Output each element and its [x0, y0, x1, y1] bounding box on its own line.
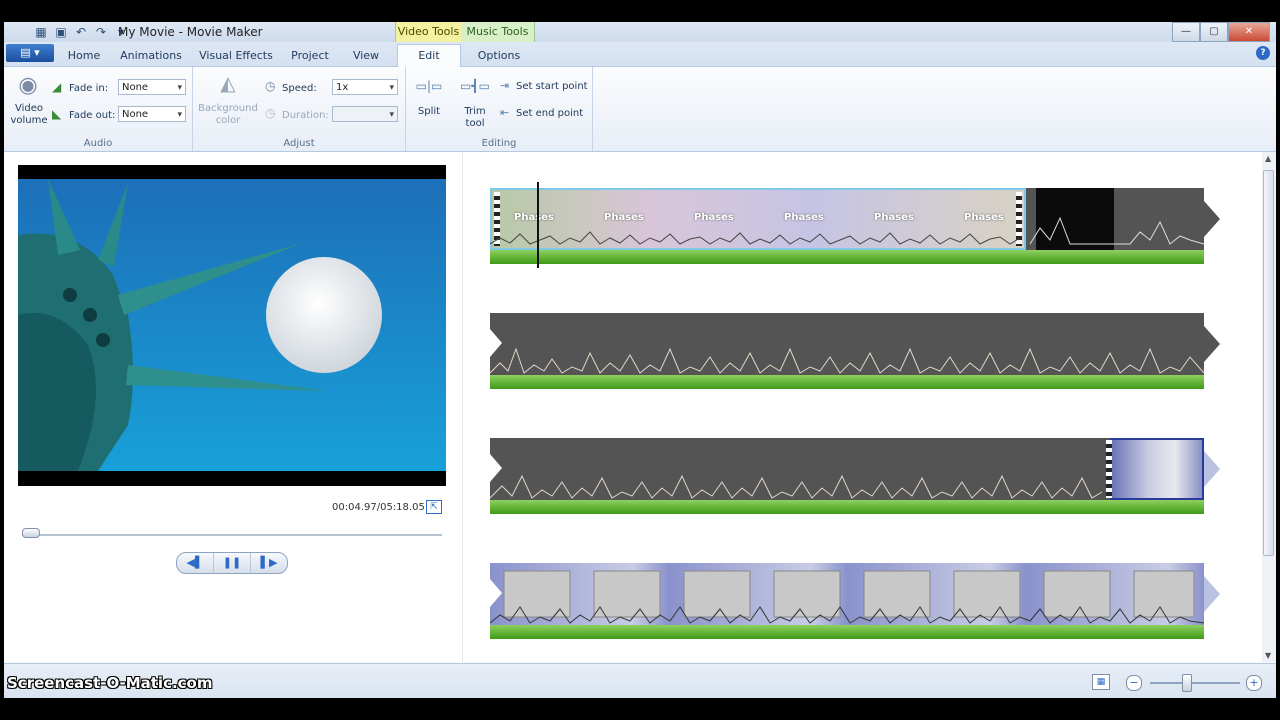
movie-maker-window: ▦ ▣ ↶ ↷ ▾ My Movie - Movie Maker Video T… — [4, 22, 1276, 698]
audio-track-row-3[interactable] — [490, 500, 1204, 514]
set-end-point-button[interactable]: Set end point — [516, 108, 583, 119]
previous-frame-button[interactable]: ◀▌ — [177, 553, 214, 573]
zoom-in-button[interactable]: + — [1246, 675, 1262, 691]
window-title: My Movie - Movie Maker — [118, 25, 263, 39]
status-bar: Screencast-O-Matic.com ▦ − + — [4, 663, 1276, 698]
scrollbar-thumb[interactable] — [1263, 170, 1274, 556]
editing-group-label: Editing — [481, 138, 517, 149]
row-4-continue-arrow — [1204, 576, 1220, 612]
audio-track-row-2[interactable] — [490, 375, 1204, 389]
preview-frame-image — [18, 165, 446, 486]
storyboard-row-4[interactable] — [490, 563, 1204, 625]
redo-icon[interactable]: ↷ — [94, 25, 108, 39]
paint-bucket-icon: ◭ — [220, 71, 236, 95]
audio-group: ◉ Video volume ◢ Fade in: None ◣ Fade ou… — [4, 67, 193, 151]
watermark: Screencast-O-Matic.com — [7, 674, 213, 692]
fade-out-select[interactable]: None — [118, 106, 186, 123]
fade-in-label: Fade in: — [69, 83, 109, 94]
split-button[interactable]: Split — [414, 106, 444, 117]
tab-options[interactable]: Options — [466, 46, 532, 66]
background-color-button[interactable]: Background color — [197, 103, 259, 127]
speed-select[interactable]: 1x — [332, 79, 398, 96]
set-start-point-button[interactable]: Set start point — [516, 81, 588, 92]
file-menu-button[interactable]: ▤ ▾ — [6, 44, 54, 62]
row-3-continue-arrow — [1204, 451, 1220, 487]
context-tab-video-tools: Video Tools — [395, 22, 462, 42]
speed-icon: ◷ — [265, 79, 276, 93]
row-2-continue-arrow — [1204, 326, 1220, 362]
speed-label: Speed: — [282, 83, 317, 94]
film-strip-transition — [1106, 440, 1112, 498]
duration-select[interactable] — [332, 106, 398, 123]
split-icon: ▭|▭ — [415, 79, 443, 93]
storyboard-row-2[interactable] — [490, 313, 1204, 375]
start-point-icon: ⇥ — [500, 79, 510, 92]
storyboard-scrollbar[interactable]: ▲ ▼ — [1262, 152, 1276, 662]
undo-icon[interactable]: ↶ — [74, 25, 88, 39]
video-volume-label[interactable]: Video volume — [10, 103, 48, 127]
playhead[interactable] — [537, 182, 539, 268]
seek-thumb[interactable] — [22, 528, 40, 538]
row-1-continue-arrow — [1204, 201, 1220, 237]
timecode: 00:04.97/05:18.05 — [332, 502, 425, 513]
fullscreen-icon[interactable]: ⇱ — [426, 500, 442, 514]
duration-label: Duration: — [282, 110, 329, 121]
maximize-button[interactable]: ▢ — [1200, 22, 1228, 42]
app-menu-icon[interactable]: ▦ — [34, 25, 48, 39]
fade-out-label: Fade out: — [69, 110, 116, 121]
waveform-row-4 — [490, 570, 1204, 624]
fade-in-select[interactable]: None — [118, 79, 186, 96]
save-icon[interactable]: ▣ — [54, 25, 68, 39]
storyboard-row-3[interactable] — [490, 438, 1204, 500]
trim-icon: ▭┫▭ — [460, 79, 490, 93]
adjust-group: ◭ Background color ◷ Speed: 1x ◷ Duratio… — [193, 67, 406, 151]
audio-track-row-1[interactable] — [490, 250, 1204, 264]
close-button[interactable]: ✕ — [1228, 22, 1270, 42]
adjust-group-label: Adjust — [283, 138, 315, 149]
end-point-icon: ⇤ — [500, 106, 510, 119]
audio-group-label: Audio — [83, 138, 113, 149]
editing-group: ▭|▭ Split ▭┫▭ Trim tool ⇥ Set start poin… — [406, 67, 593, 151]
minimize-button[interactable]: — — [1172, 22, 1200, 42]
video-clip-3d-box[interactable] — [1110, 438, 1204, 500]
window-buttons: — ▢ ✕ — [1172, 22, 1270, 42]
fade-out-icon: ◣ — [52, 107, 62, 121]
title-bar: ▦ ▣ ↶ ↷ ▾ My Movie - Movie Maker Video T… — [4, 22, 1276, 42]
trim-tool-button[interactable]: Trim tool — [458, 106, 492, 130]
fade-in-icon: ◢ — [52, 80, 62, 94]
zoom-out-button[interactable]: − — [1126, 675, 1142, 691]
tab-project[interactable]: Project — [286, 46, 334, 66]
thumbnail-size-icon[interactable]: ▦ — [1092, 674, 1110, 690]
scroll-up-icon[interactable]: ▲ — [1265, 154, 1271, 163]
waveform-row-1 — [490, 216, 1204, 245]
quick-access-toolbar: ▦ ▣ ↶ ↷ ▾ — [34, 25, 128, 39]
pane-divider[interactable] — [462, 152, 463, 662]
tab-visual-effects[interactable]: Visual Effects — [196, 46, 276, 66]
ribbon: ◉ Video volume ◢ Fade in: None ◣ Fade ou… — [4, 67, 1276, 152]
zoom-slider[interactable] — [1150, 682, 1240, 684]
next-frame-button[interactable]: ▌▶ — [251, 553, 287, 573]
duration-icon: ◷ — [265, 106, 276, 120]
waveform-row-3 — [490, 474, 1103, 499]
context-tab-music-tools: Music Tools — [461, 22, 535, 42]
storyboard-row-1[interactable]: Phases Phases Phases Phases Phases Phase… — [490, 188, 1204, 250]
zoom-slider-thumb[interactable] — [1182, 674, 1192, 692]
playback-controls: ◀▌ ❚❚ ▌▶ — [176, 552, 288, 574]
speaker-icon[interactable]: ◉ — [14, 73, 42, 99]
tab-animations[interactable]: Animations — [116, 46, 186, 66]
help-icon[interactable]: ? — [1256, 46, 1270, 60]
waveform-row-2 — [490, 347, 1204, 374]
main-area: 00:04.97/05:18.05 ⇱ ◀▌ ❚❚ ▌▶ Phases Phas… — [4, 152, 1276, 662]
tab-view[interactable]: View — [344, 46, 388, 66]
scroll-down-icon[interactable]: ▼ — [1265, 651, 1271, 660]
audio-track-row-4[interactable] — [490, 625, 1204, 639]
seek-bar[interactable] — [22, 534, 442, 536]
tab-edit[interactable]: Edit — [397, 44, 461, 67]
video-preview[interactable] — [18, 165, 446, 486]
tab-home[interactable]: Home — [62, 46, 106, 66]
pause-button[interactable]: ❚❚ — [214, 553, 251, 573]
ribbon-tab-row: ▤ ▾ Home Animations Visual Effects Proje… — [4, 42, 1276, 67]
